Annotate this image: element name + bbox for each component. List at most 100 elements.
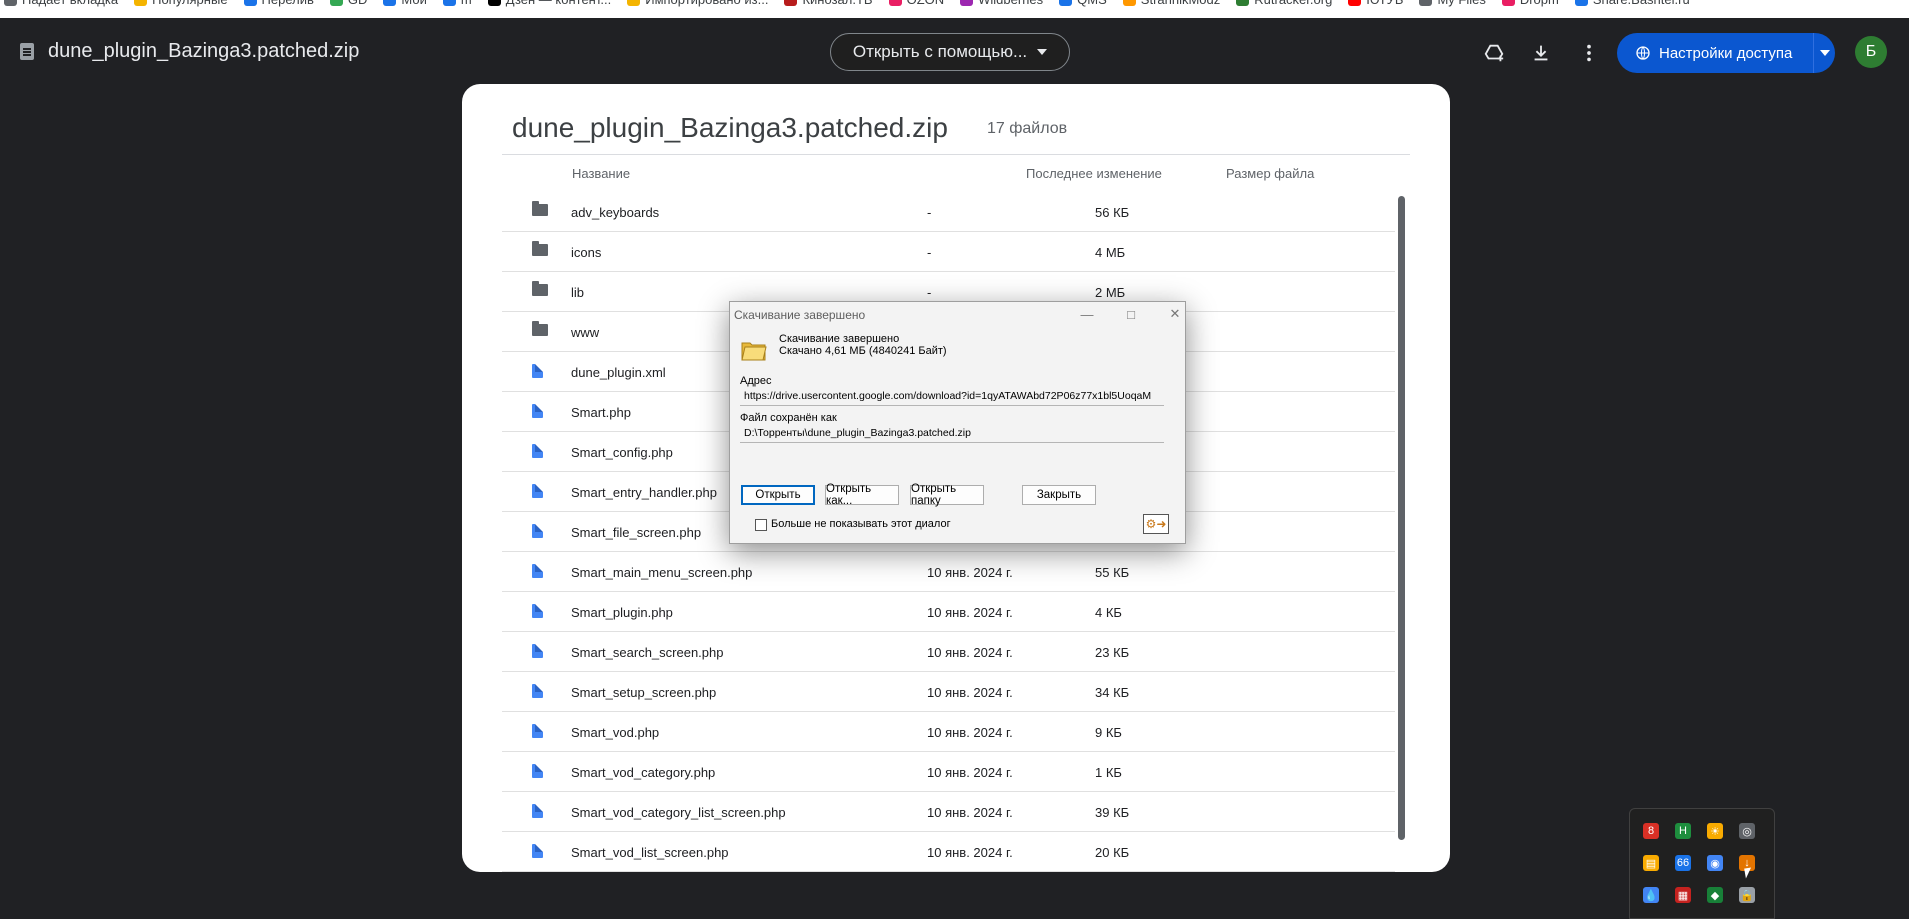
bookmark-label: ЮТУБ [1366,0,1403,7]
share-settings-button[interactable]: Настройки доступа [1617,33,1835,73]
file-name: Smart_entry_handler.php [571,485,717,500]
weather-icon[interactable]: ☀ [1707,823,1723,839]
bookmark-item[interactable]: m [442,0,472,7]
settings-icon[interactable]: ⚙➜ [1143,514,1169,534]
file-row[interactable]: Smart_plugin.php 10 янв. 2024 г. 4 КБ [502,592,1395,632]
file-row[interactable]: Smart_vod.php 10 янв. 2024 г. 9 КБ [502,712,1395,752]
file-row[interactable]: Smart_vod_category_list_screen.php 10 янв… [502,792,1395,832]
file-row[interactable]: Smart_search_screen.php 10 янв. 2024 г. 23… [502,632,1395,672]
bookmark-item[interactable]: Популярные [134,0,228,7]
address-field[interactable]: https://drive.usercontent.google.com/dow… [740,388,1164,406]
chart-icon[interactable]: 66 [1675,855,1691,871]
folder-icon [532,201,548,216]
add-to-drive-icon[interactable] [1481,40,1507,66]
file-icon [532,844,543,858]
file-size: 34 КБ [1095,685,1130,700]
file-modified: 10 янв. 2024 г. [927,605,1013,620]
file-name: Smart_vod_list_screen.php [571,845,729,860]
file-name: Smart_plugin.php [571,605,673,620]
close-icon[interactable]: ✕ [1160,304,1190,324]
file-row[interactable]: Smart_setup_screen.php 10 янв. 2024 г. 34 … [502,672,1395,712]
column-header-size[interactable]: Размер файла [1226,166,1314,181]
share-main[interactable]: Настройки доступа [1617,33,1813,73]
file-modified: 10 янв. 2024 г. [927,845,1013,860]
folder-icon [532,241,548,256]
bookmark-item[interactable]: ЮТУБ [1348,0,1403,7]
chevron-down-icon [1819,50,1830,56]
file-name: lib [571,285,585,300]
file-name: Smart.php [571,405,631,420]
bookmark-item[interactable]: Мои [383,0,427,7]
open-as-button[interactable]: Открыть как... [825,483,899,507]
file-count: 17 файлов [987,120,1068,137]
close-button[interactable]: Закрыть [1022,485,1096,505]
bookmark-item[interactable]: Падает вкладка [4,0,118,7]
bookmark-item[interactable]: StrannikModz [1122,0,1220,7]
column-header-name[interactable]: Название [572,166,630,181]
bookmark-item[interactable]: QMS [1059,0,1107,7]
file-modified: 10 янв. 2024 г. [927,765,1013,780]
flag-us-icon[interactable]: ▦ [1675,887,1691,903]
more-options-icon[interactable] [1576,40,1602,66]
folder-icon [532,281,548,296]
bookmark-item[interactable]: GD [329,0,367,7]
clipboard-icon[interactable]: ▤ [1643,855,1659,871]
shield-icon[interactable]: 8 [1643,823,1659,839]
dont-show-label[interactable]: Больше не показывать этот диалог [771,518,951,530]
bookmark-item[interactable]: Rutracker.org [1236,0,1332,7]
file-row[interactable]: adv_keyboards - 56 КБ [502,192,1395,232]
scrollbar[interactable] [1398,196,1405,840]
bookmark-item[interactable]: Кинозал.ТВ [784,0,873,7]
bookmark-favicon [1501,0,1515,6]
network-icon[interactable]: ◉ [1707,855,1723,871]
file-row[interactable]: Smart_vod_category.php 10 янв. 2024 г. 1 К… [502,752,1395,792]
bookmark-item[interactable]: Импортировано из... [627,0,768,7]
file-row[interactable]: icons - 4 МБ [502,232,1395,272]
bookmark-favicon [487,0,501,6]
bookmark-item[interactable]: Перелив [243,0,314,7]
bookmark-item[interactable]: Dropm [1501,0,1559,7]
share-dropdown-button[interactable] [1814,50,1835,56]
file-modified: 10 янв. 2024 г. [927,805,1013,820]
drop-icon[interactable]: 💧 [1643,887,1659,903]
file-size: 1 КБ [1095,765,1122,780]
file-icon [532,524,543,538]
bookmark-favicon [1574,0,1588,6]
bookmark-item[interactable]: OZON [888,0,944,7]
bookmark-label: m [461,0,472,7]
zip-title: dune_plugin_Bazinga3.patched.zip [512,112,948,143]
bookmark-item[interactable]: Дзен — контент... [487,0,611,7]
open-with-button[interactable]: Открыть с помощью... [830,33,1070,71]
open-folder-button[interactable]: Открыть папку [910,483,984,507]
bookmark-favicon [1348,0,1362,6]
bookmark-favicon [329,0,343,6]
minimize-icon[interactable]: — [1072,304,1102,324]
bookmark-favicon [784,0,798,6]
bookmark-item[interactable]: Share.Bashtel.ru [1574,0,1690,7]
file-name: www [571,325,600,340]
viewer-topbar: dune_plugin_Bazinga3.patched.zip Открыть… [0,18,1909,86]
file-name: Smart_file_screen.php [571,525,702,540]
h-app-icon[interactable]: H [1675,823,1691,839]
colors-icon[interactable]: ◆ [1707,887,1723,903]
bookmark-label: StrannikModz [1141,0,1220,7]
bookmark-favicon [627,0,641,6]
bookmarks-list: Падает вкладка Популярные Перелив GD Мои m Дзе… [4,0,1690,7]
bookmark-favicon [243,0,257,6]
file-size: 39 КБ [1095,805,1130,820]
bookmark-favicon [888,0,902,6]
account-avatar[interactable]: Б [1855,36,1887,68]
bookmark-item[interactable]: Wildberries [960,0,1043,7]
dont-show-checkbox[interactable] [755,519,767,531]
saved-path-field[interactable]: D:\Торренты\dune_plugin_Bazinga3.patched… [740,425,1164,443]
column-header-modified[interactable]: Последнее изменение [1026,166,1162,181]
open-button[interactable]: Открыть [741,485,815,505]
file-name: Smart_vod_category.php [571,765,716,780]
download-icon[interactable] [1528,40,1554,66]
bookmark-item[interactable]: My Files [1419,0,1486,7]
security-icon[interactable]: ◎ [1739,823,1755,839]
file-icon [532,444,543,458]
file-row[interactable]: Smart_vod_list_screen.php 10 янв. 2024 г.… [502,832,1395,872]
lock-icon[interactable]: 🔒 [1739,887,1755,903]
file-row[interactable]: Smart_main_menu_screen.php 10 янв. 2024 г… [502,552,1395,592]
